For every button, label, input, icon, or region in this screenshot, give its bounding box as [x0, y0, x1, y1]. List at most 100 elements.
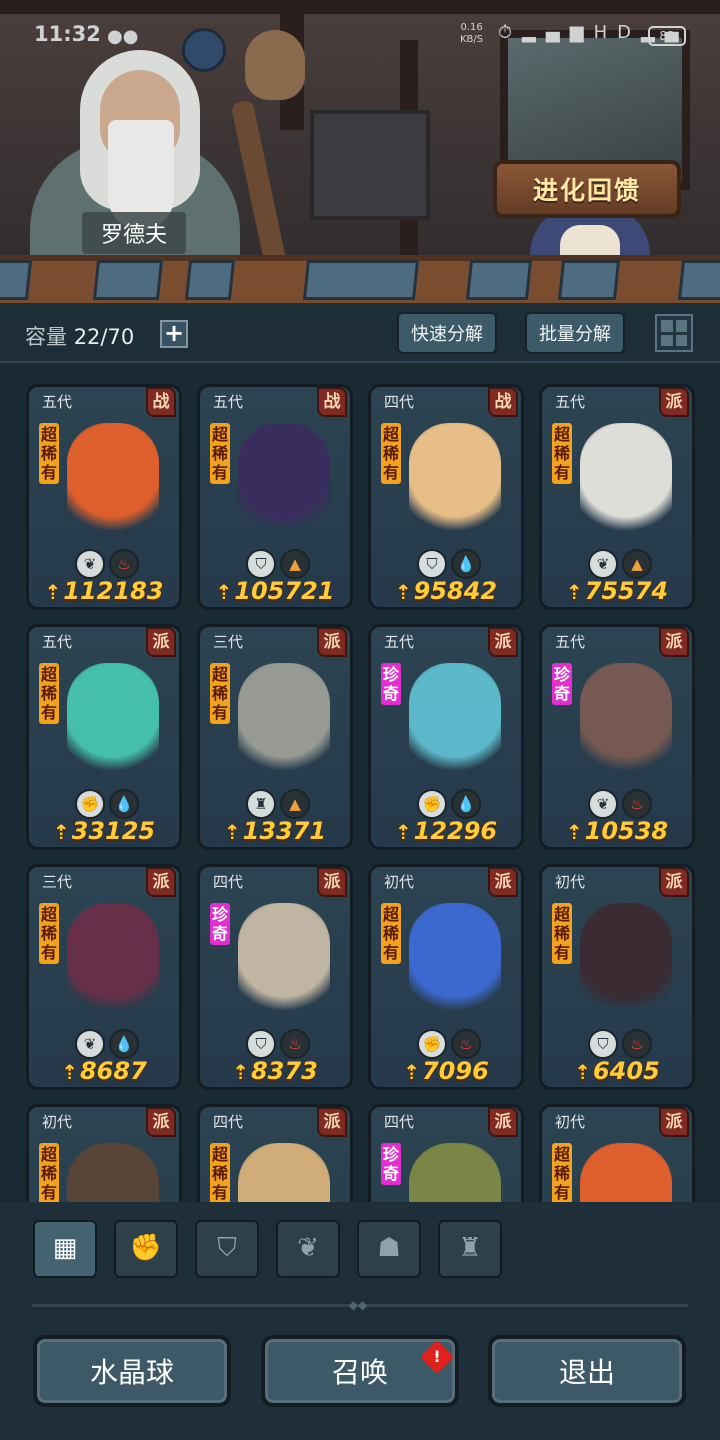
- monster-card[interactable]: 五代 战超稀有 ⛉ ▲ ⇡105721: [197, 384, 353, 610]
- power-arrow-icon: ⇡: [394, 580, 412, 604]
- element-badges: ❦ ♨: [75, 549, 139, 579]
- element-badges: ⛉ ♨: [588, 1029, 652, 1059]
- status-time: 11:32: [34, 22, 101, 46]
- fire-icon: ♨: [451, 1029, 481, 1059]
- power-value: ⇡7096: [403, 1057, 489, 1085]
- batch-decompose-button[interactable]: 批量分解: [525, 312, 625, 354]
- element-badges: ✊ 💧: [417, 789, 481, 819]
- rarity-tag: 超稀有: [210, 663, 230, 724]
- alien-tab[interactable]: ☗: [357, 1220, 421, 1278]
- power-arrow-icon: ⇡: [52, 820, 70, 844]
- quick-decompose-button[interactable]: 快速分解: [397, 312, 497, 354]
- generation-label: 五代: [42, 633, 73, 651]
- monster-art: [409, 423, 501, 541]
- water-icon: 💧: [451, 789, 481, 819]
- generation-label: 五代: [42, 393, 73, 411]
- monster-card[interactable]: 三代 派超稀有 ❦ 💧 ⇡8687: [26, 864, 182, 1090]
- rarity-tag: 超稀有: [39, 663, 59, 724]
- power-value: ⇡105721: [215, 577, 335, 605]
- power-arrow-icon: ⇡: [565, 820, 583, 844]
- fist-icon: ✊: [75, 789, 105, 819]
- rarity-tag: 珍奇: [552, 663, 572, 705]
- class-badge: 派: [488, 867, 518, 897]
- monster-card[interactable]: 五代 派珍奇 ❦ ♨ ⇡10538: [539, 624, 695, 850]
- capacity-label: 容量 22/70: [25, 321, 134, 351]
- shield-icon: ⛉: [246, 549, 276, 579]
- all-tab[interactable]: ▦: [33, 1220, 97, 1278]
- element-badges: ❦ ▲: [588, 549, 652, 579]
- battery-icon: 83: [648, 26, 686, 46]
- monster-card[interactable]: 初代 派超稀有: [539, 1104, 695, 1202]
- monster-card[interactable]: 五代 派珍奇 ✊ 💧 ⇡12296: [368, 624, 524, 850]
- power-arrow-icon: ⇡: [565, 580, 583, 604]
- power-value: ⇡95842: [394, 577, 498, 605]
- shield-icon: ⛉: [417, 549, 447, 579]
- monster-art: [580, 423, 672, 541]
- rarity-tag: 珍奇: [210, 903, 230, 945]
- power-arrow-icon: ⇡: [574, 1060, 591, 1084]
- monster-art: [409, 663, 501, 781]
- rarity-tag: 珍奇: [381, 1143, 401, 1185]
- generation-label: 三代: [42, 873, 73, 891]
- element-badges: ❦ ♨: [588, 789, 652, 819]
- network-speed: 0.16 KB/S: [460, 22, 484, 45]
- fire-icon: ♨: [622, 789, 652, 819]
- leaf-icon: ❦: [297, 1233, 319, 1263]
- water-icon: 💧: [451, 549, 481, 579]
- generation-label: 初代: [384, 873, 415, 891]
- monster-card[interactable]: 五代 派超稀有 ✊ 💧 ⇡33125: [26, 624, 182, 850]
- grid-view-icon[interactable]: [655, 314, 693, 352]
- monster-card[interactable]: 初代 派超稀有: [26, 1104, 182, 1202]
- water-icon: 💧: [109, 789, 139, 819]
- monster-card[interactable]: 五代 战超稀有 ❦ ♨ ⇡112183: [26, 384, 182, 610]
- tower-tab[interactable]: ♜: [438, 1220, 502, 1278]
- power-arrow-icon: ⇡: [232, 1060, 249, 1084]
- shield-tab[interactable]: ⛉: [195, 1220, 259, 1278]
- earth-icon: ▲: [280, 549, 310, 579]
- power-value: ⇡13371: [223, 817, 327, 845]
- inventory-toolbar: 容量 22/70 + 快速分解 批量分解: [0, 303, 720, 363]
- monster-art: [238, 1143, 330, 1202]
- alien-head-icon: ☗: [377, 1233, 401, 1263]
- fist-tab[interactable]: ✊: [114, 1220, 178, 1278]
- crystal-ball-button[interactable]: 水晶球: [33, 1335, 231, 1407]
- power-value: ⇡6405: [574, 1057, 660, 1085]
- power-arrow-icon: ⇡: [403, 1060, 420, 1084]
- power-value: ⇡8687: [61, 1057, 147, 1085]
- earth-icon: ▲: [622, 549, 652, 579]
- generation-label: 四代: [384, 393, 415, 411]
- generation-label: 五代: [213, 393, 244, 411]
- class-badge: 派: [317, 1107, 347, 1137]
- monster-card[interactable]: 四代 派珍奇 ⛉ ♨ ⇡8373: [197, 864, 353, 1090]
- exit-button[interactable]: 退出: [488, 1335, 686, 1407]
- rarity-tag: 超稀有: [552, 1143, 572, 1202]
- generation-label: 五代: [384, 633, 415, 651]
- element-badges: ✊ ♨: [417, 1029, 481, 1059]
- monster-card[interactable]: 四代 派珍奇: [368, 1104, 524, 1202]
- monster-card[interactable]: 初代 派超稀有 ✊ ♨ ⇡7096: [368, 864, 524, 1090]
- power-value: ⇡12296: [394, 817, 498, 845]
- power-arrow-icon: ⇡: [61, 1060, 78, 1084]
- expand-capacity-button[interactable]: +: [160, 320, 188, 348]
- class-badge: 派: [146, 867, 176, 897]
- leaf-icon: ❦: [588, 789, 618, 819]
- rarity-tag: 超稀有: [210, 423, 230, 484]
- monster-art: [238, 663, 330, 781]
- rarity-tag: 超稀有: [381, 423, 401, 484]
- monster-card[interactable]: 初代 派超稀有 ⛉ ♨ ⇡6405: [539, 864, 695, 1090]
- rarity-tag: 超稀有: [39, 903, 59, 964]
- leaf-tab[interactable]: ❦: [276, 1220, 340, 1278]
- fire-icon: ♨: [622, 1029, 652, 1059]
- monster-card[interactable]: 四代 派超稀有: [197, 1104, 353, 1202]
- class-badge: 派: [317, 627, 347, 657]
- power-value: ⇡75574: [565, 577, 669, 605]
- monster-card[interactable]: 五代 派超稀有 ❦ ▲ ⇡75574: [539, 384, 695, 610]
- monster-card[interactable]: 四代 战超稀有 ⛉ 💧 ⇡95842: [368, 384, 524, 610]
- generation-label: 四代: [213, 873, 244, 891]
- fist-icon: ✊: [129, 1233, 163, 1263]
- monster-card[interactable]: 三代 派超稀有 ♜ ▲ ⇡13371: [197, 624, 353, 850]
- class-badge: 派: [317, 867, 347, 897]
- class-badge: 派: [488, 627, 518, 657]
- evolution-feedback-button[interactable]: 进化回馈: [493, 160, 681, 218]
- monster-grid[interactable]: 五代战超稀有 ❦ ♨ ⇡112183 五代战超稀有 ⛉ ▲ ⇡105721 四代战超稀有 ⛉ 💧 ⇡9…: [0, 365, 720, 1202]
